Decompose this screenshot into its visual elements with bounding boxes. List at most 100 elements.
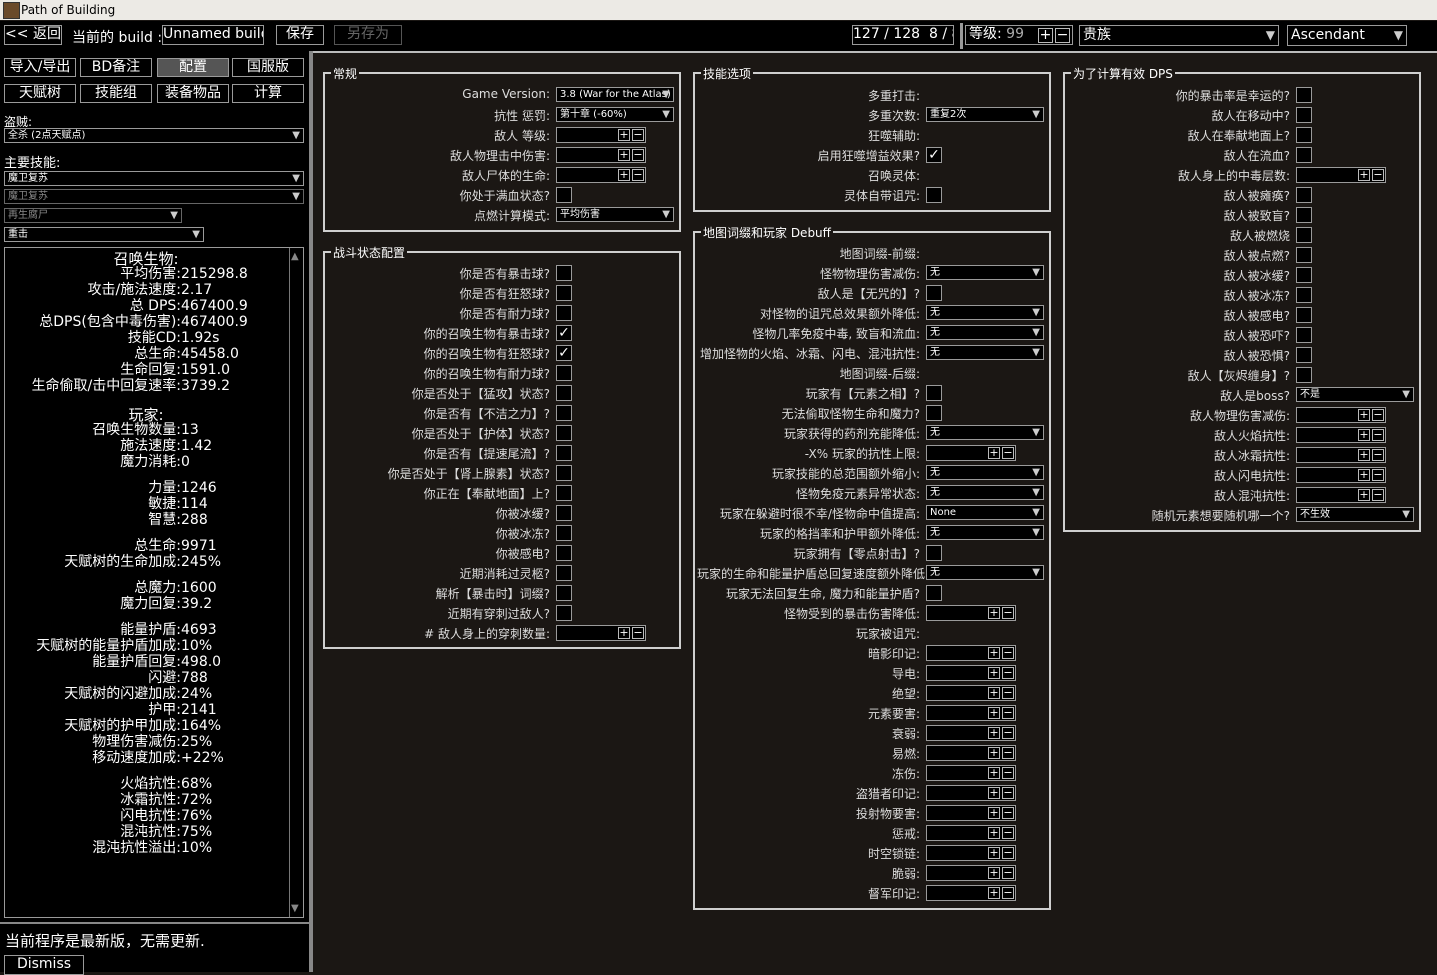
config-dropdown[interactable]: None ▼ (926, 505, 1044, 520)
config-checkbox[interactable] (926, 545, 942, 561)
stats-scrollbar[interactable]: ▲ ▼ (289, 248, 303, 917)
tab-build-notes[interactable]: BD备注 (80, 58, 152, 77)
minus-icon[interactable]: − (1002, 687, 1014, 699)
minion-attack-select[interactable]: 重击 ▼ (4, 227, 204, 242)
config-dropdown[interactable]: 重复2次 ▼ (926, 107, 1044, 122)
config-checkbox[interactable] (1296, 327, 1312, 343)
config-checkbox[interactable] (556, 545, 572, 561)
tab-items[interactable]: 装备物品 (157, 84, 229, 103)
minus-icon[interactable]: − (1002, 707, 1014, 719)
config-checkbox[interactable] (1296, 367, 1312, 383)
minus-icon[interactable]: − (1372, 449, 1384, 461)
plus-icon[interactable]: + (988, 867, 1000, 879)
scroll-down-icon[interactable]: ▼ (291, 903, 299, 914)
plus-icon[interactable]: + (988, 747, 1000, 759)
plus-icon[interactable]: + (1358, 449, 1370, 461)
config-checkbox[interactable] (926, 585, 942, 601)
plus-icon[interactable]: + (988, 807, 1000, 819)
config-checkbox[interactable] (1296, 87, 1312, 103)
minus-icon[interactable]: − (1372, 469, 1384, 481)
config-checkbox[interactable] (556, 585, 572, 601)
minus-icon[interactable]: − (1002, 807, 1014, 819)
plus-icon[interactable]: + (1358, 489, 1370, 501)
minus-icon[interactable]: − (1372, 429, 1384, 441)
plus-icon[interactable]: + (988, 707, 1000, 719)
minus-icon[interactable]: − (1002, 447, 1014, 459)
bandit-select[interactable]: 全杀 (2点天赋点) ▼ (4, 128, 304, 143)
config-dropdown[interactable]: 无 ▼ (926, 525, 1044, 540)
dismiss-button[interactable]: Dismiss (4, 955, 84, 975)
class-select[interactable]: 贵族 ▼ (1079, 25, 1279, 46)
config-checkbox[interactable] (1296, 107, 1312, 123)
tab-config[interactable]: 配置 (157, 58, 229, 77)
tab-import-export[interactable]: 导入/导出 (4, 58, 76, 77)
plus-icon[interactable]: + (618, 149, 630, 161)
config-checkbox[interactable] (556, 265, 572, 281)
plus-icon[interactable]: + (618, 129, 630, 141)
minus-icon[interactable]: − (1002, 647, 1014, 659)
config-checkbox[interactable] (556, 565, 572, 581)
tab-tree[interactable]: 天赋树 (4, 84, 76, 103)
config-checkbox[interactable] (1296, 187, 1312, 203)
plus-icon[interactable]: + (988, 647, 1000, 659)
ascendancy-select[interactable]: Ascendant ▼ (1287, 25, 1407, 46)
config-checkbox[interactable] (556, 365, 572, 381)
plus-icon[interactable]: + (988, 847, 1000, 859)
config-checkbox[interactable]: ✓ (926, 147, 942, 163)
plus-icon[interactable]: + (988, 667, 1000, 679)
config-dropdown[interactable]: 无 ▼ (926, 345, 1044, 360)
config-checkbox[interactable] (1296, 347, 1312, 363)
config-checkbox[interactable] (1296, 267, 1312, 283)
config-dropdown[interactable]: 无 ▼ (926, 265, 1044, 280)
config-checkbox[interactable] (556, 465, 572, 481)
config-checkbox[interactable] (926, 405, 942, 421)
plus-icon[interactable]: + (1358, 469, 1370, 481)
sidebar-divider[interactable] (309, 51, 313, 972)
tab-calcs[interactable]: 计算 (232, 84, 304, 103)
minus-icon[interactable]: − (632, 149, 644, 161)
plus-icon[interactable]: + (1358, 409, 1370, 421)
scroll-up-icon[interactable]: ▲ (291, 251, 299, 262)
config-checkbox[interactable]: ✓ (556, 345, 572, 361)
config-checkbox[interactable] (1296, 127, 1312, 143)
minus-icon[interactable]: − (1002, 767, 1014, 779)
config-checkbox[interactable] (556, 285, 572, 301)
config-checkbox[interactable] (1296, 227, 1312, 243)
plus-icon[interactable]: + (1358, 429, 1370, 441)
sub-skill-select[interactable]: 魔卫复苏 ▼ (4, 189, 304, 204)
config-checkbox[interactable] (556, 525, 572, 541)
plus-icon[interactable]: + (988, 687, 1000, 699)
config-checkbox[interactable] (556, 405, 572, 421)
minus-icon[interactable]: − (1002, 747, 1014, 759)
config-dropdown[interactable]: 不是 ▼ (1296, 387, 1414, 402)
config-checkbox[interactable] (926, 285, 942, 301)
minion-skill-select[interactable]: 再生腐尸 ▼ (4, 208, 182, 223)
config-dropdown[interactable]: 无 ▼ (926, 425, 1044, 440)
minus-icon[interactable]: − (1002, 787, 1014, 799)
plus-icon[interactable]: + (988, 727, 1000, 739)
config-checkbox[interactable] (1296, 307, 1312, 323)
config-dropdown[interactable]: 无 ▼ (926, 565, 1044, 580)
save-as-button[interactable]: 另存为 (334, 25, 402, 45)
plus-icon[interactable]: + (618, 627, 630, 639)
tab-cn-version[interactable]: 国服版 (232, 58, 304, 77)
plus-icon[interactable]: + (988, 767, 1000, 779)
config-dropdown[interactable]: 无 ▼ (926, 305, 1044, 320)
config-checkbox[interactable] (556, 187, 572, 203)
back-button[interactable]: << 返回 (4, 25, 62, 45)
plus-icon[interactable]: + (988, 607, 1000, 619)
config-checkbox[interactable] (1296, 147, 1312, 163)
minus-icon[interactable]: − (1002, 727, 1014, 739)
minus-icon[interactable]: − (1002, 867, 1014, 879)
minus-icon[interactable]: − (632, 169, 644, 181)
minus-icon[interactable]: − (1002, 607, 1014, 619)
config-checkbox[interactable] (556, 505, 572, 521)
config-checkbox[interactable] (556, 445, 572, 461)
config-checkbox[interactable] (926, 385, 942, 401)
config-checkbox[interactable]: ✓ (556, 325, 572, 341)
config-checkbox[interactable] (1296, 247, 1312, 263)
config-dropdown[interactable]: 无 ▼ (926, 465, 1044, 480)
minus-icon[interactable]: − (1002, 667, 1014, 679)
config-dropdown[interactable]: 平均伤害 ▼ (556, 207, 674, 222)
config-checkbox[interactable] (556, 605, 572, 621)
